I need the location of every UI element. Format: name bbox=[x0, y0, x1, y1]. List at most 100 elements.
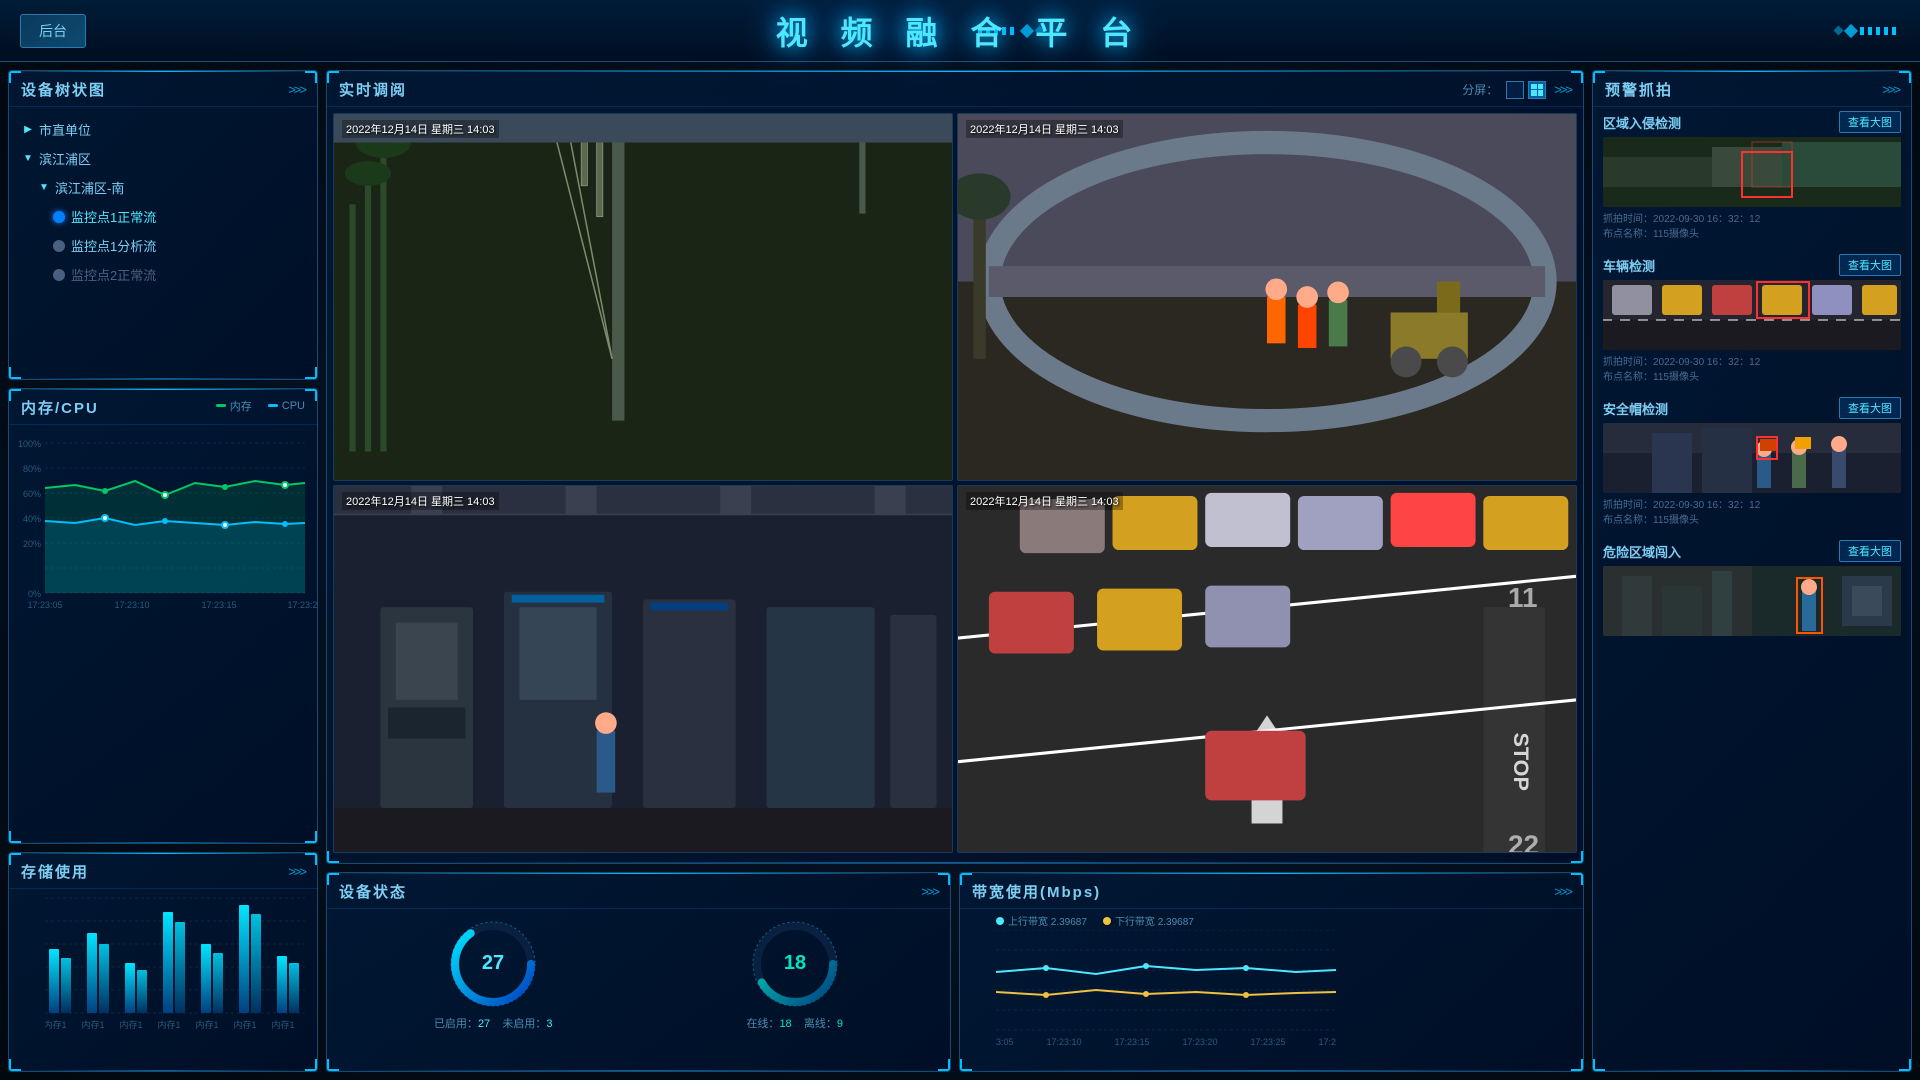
warning-name-1: 区域入侵检测 bbox=[1603, 113, 1681, 132]
chart-legend: 内存 CPU bbox=[216, 398, 305, 414]
svg-text:17:23:05: 17:23:05 bbox=[996, 1037, 1014, 1047]
gauge-circle-2: 18 bbox=[750, 919, 840, 1009]
legend-mem-label: 内存 bbox=[230, 398, 252, 414]
video-cell-4[interactable]: 2022年12月14日 星期三 14:03 STOP bbox=[957, 485, 1577, 853]
tree-item-6[interactable]: 监控点2正常流 bbox=[21, 260, 305, 289]
vehicle-img bbox=[1603, 280, 1901, 350]
warning-item-1: 区域入侵检测 查看大图 bbox=[1603, 111, 1901, 240]
storage-title: 存储使用 bbox=[21, 861, 89, 882]
warning-time-1: 抓拍时间：2022-09-30 16：32：12 bbox=[1603, 210, 1901, 225]
tree-item-3[interactable]: ▼ 滨江浦区-南 bbox=[21, 173, 305, 202]
legend-cpu: CPU bbox=[268, 398, 305, 414]
device-tree-card: 设备树状图 >>> ▶ 市直单位 ▼ 滨江浦区 ▼ 滨江浦区-南 监 bbox=[8, 70, 318, 380]
legend-down-label: 下行带宽 2.39687 bbox=[1115, 913, 1194, 928]
gauge-1-active-label: 已启用： bbox=[434, 1018, 478, 1030]
device-tree-content: ▶ 市直单位 ▼ 滨江浦区 ▼ 滨江浦区-南 监控点1正常流 监控点1分 bbox=[9, 107, 317, 297]
gauge-1-active-num: 27 bbox=[478, 1018, 490, 1030]
warning-title-row-1: 区域入侵检测 查看大图 bbox=[1603, 111, 1901, 133]
device-tree-more[interactable]: >>> bbox=[288, 82, 305, 97]
video-img-4: STOP 2 bbox=[958, 486, 1576, 852]
video-cell-2[interactable]: 2022年12月14日 星期三 14:03 bbox=[957, 113, 1577, 481]
intrusion-svg bbox=[1603, 137, 1901, 207]
warning-img-3 bbox=[1603, 423, 1901, 493]
status-dot-6 bbox=[53, 269, 65, 281]
bottom-row: 设备状态 >>> bbox=[326, 872, 1584, 1072]
construction-svg bbox=[334, 114, 952, 480]
warning-time-3: 抓拍时间：2022-09-30 16：32：12 bbox=[1603, 496, 1901, 511]
svg-text:17:23:15: 17:23:15 bbox=[1114, 1037, 1149, 1047]
status-dot-5 bbox=[53, 240, 65, 252]
svg-text:18: 18 bbox=[784, 952, 806, 974]
video-timestamp-4: 2022年12月14日 星期三 14:03 bbox=[966, 492, 1123, 510]
deco-diamond-right2 bbox=[1844, 23, 1858, 37]
svg-text:22: 22 bbox=[1508, 829, 1539, 852]
tree-label-4: 监控点1正常流 bbox=[71, 207, 156, 226]
back-button[interactable]: 后台 bbox=[20, 14, 86, 48]
warning-img-1 bbox=[1603, 137, 1901, 207]
video-img-1 bbox=[334, 114, 952, 480]
factory-svg bbox=[334, 486, 952, 852]
warning-btn-4[interactable]: 查看大图 bbox=[1839, 540, 1901, 562]
warning-camera-2: 布点名称：115摄像头 bbox=[1603, 368, 1901, 383]
vehicle-svg bbox=[1603, 280, 1901, 350]
split-1x1-icon[interactable] bbox=[1506, 81, 1524, 99]
tree-label-3: 滨江浦区-南 bbox=[55, 178, 124, 197]
svg-text:内存1: 内存1 bbox=[157, 1019, 180, 1030]
storage-chart-area: 100 80 60 40 20 0 bbox=[9, 889, 317, 1052]
warning-img-4 bbox=[1603, 566, 1901, 636]
warning-btn-1[interactable]: 查看大图 bbox=[1839, 111, 1901, 133]
warning-name-2: 车辆检测 bbox=[1603, 256, 1655, 275]
storage-more[interactable]: >>> bbox=[288, 864, 305, 879]
split-2x2-icon[interactable] bbox=[1528, 81, 1546, 99]
mem-cpu-card: 内存/CPU 内存 CPU >>> bbox=[8, 388, 318, 844]
warning-item-2: 车辆检测 查看大图 bbox=[1603, 254, 1901, 383]
svg-text:20%: 20% bbox=[23, 539, 41, 549]
warning-btn-3[interactable]: 查看大图 bbox=[1839, 397, 1901, 419]
mem-cpu-svg: 100% 80% 60% 40% 20% 0% 17:23:05 17:23:1… bbox=[45, 433, 305, 603]
tree-item-1[interactable]: ▶ 市直单位 bbox=[21, 115, 305, 144]
warning-title: 预警抓拍 bbox=[1605, 79, 1673, 100]
warning-item-3: 安全帽检测 查看大图 bbox=[1603, 397, 1901, 526]
video-timestamp-1: 2022年12月14日 星期三 14:03 bbox=[342, 120, 499, 138]
warning-btn-2[interactable]: 查看大图 bbox=[1839, 254, 1901, 276]
danger-img bbox=[1603, 566, 1901, 636]
main-layout: 设备树状图 >>> ▶ 市直单位 ▼ 滨江浦区 ▼ 滨江浦区-南 监 bbox=[0, 62, 1920, 1080]
bandwidth-chart: 上行带宽 2.39687 下行带宽 2.39687 bbox=[960, 909, 1583, 1059]
device-tree-title: 设备树状图 bbox=[21, 79, 106, 100]
tree-item-2[interactable]: ▼ 滨江浦区 bbox=[21, 144, 305, 173]
bandwidth-more[interactable]: >>> bbox=[1554, 884, 1571, 899]
deco-strip-right bbox=[1860, 27, 1900, 35]
realtime-more[interactable]: >>> bbox=[1554, 82, 1571, 97]
tree-item-4[interactable]: 监控点1正常流 bbox=[21, 202, 305, 231]
video-timestamp-2: 2022年12月14日 星期三 14:03 bbox=[966, 120, 1123, 138]
video-cell-1[interactable]: 2022年12月14日 星期三 14:03 bbox=[333, 113, 953, 481]
video-cell-3[interactable]: 2022年12月14日 星期三 14:03 bbox=[333, 485, 953, 853]
split-cell-1 bbox=[1531, 84, 1537, 90]
device-status-more[interactable]: >>> bbox=[921, 884, 938, 899]
warning-more[interactable]: >>> bbox=[1882, 82, 1899, 97]
svg-text:内存1: 内存1 bbox=[271, 1019, 294, 1030]
tree-item-5[interactable]: 监控点1分析流 bbox=[21, 231, 305, 260]
split-icons bbox=[1506, 81, 1546, 99]
svg-text:17:23:05: 17:23:05 bbox=[27, 600, 62, 610]
svg-text:40%: 40% bbox=[23, 514, 41, 524]
svg-text:17:23:30: 17:23:30 bbox=[1318, 1037, 1336, 1047]
mem-cpu-title: 内存/CPU bbox=[21, 397, 99, 418]
legend-mem: 内存 bbox=[216, 398, 252, 414]
video-card: 实时调阅 分屏： >>> bbox=[326, 70, 1584, 864]
gauge-2: 18 在线：18 离线：9 bbox=[746, 919, 843, 1031]
svg-text:17:23:20: 17:23:20 bbox=[1182, 1037, 1217, 1047]
svg-text:60%: 60% bbox=[23, 489, 41, 499]
warning-meta-1: 抓拍时间：2022-09-30 16：32：12 布点名称：115摄像头 bbox=[1603, 210, 1901, 240]
gauge-2-online-label: 在线： bbox=[746, 1018, 779, 1030]
svg-text:17:23:20: 17:23:20 bbox=[287, 600, 318, 610]
split-cell-2 bbox=[1538, 84, 1544, 90]
storage-card: 存储使用 >>> 100 80 60 40 20 bbox=[8, 852, 318, 1072]
bandwidth-header: 带宽使用(Mbps) >>> bbox=[960, 873, 1583, 909]
split-cell-4 bbox=[1538, 90, 1544, 96]
svg-text:80%: 80% bbox=[23, 464, 41, 474]
device-tree-header: 设备树状图 >>> bbox=[9, 71, 317, 107]
helmet-img bbox=[1603, 423, 1901, 493]
svg-text:内存1: 内存1 bbox=[233, 1019, 256, 1030]
device-status-card: 设备状态 >>> bbox=[326, 872, 951, 1072]
